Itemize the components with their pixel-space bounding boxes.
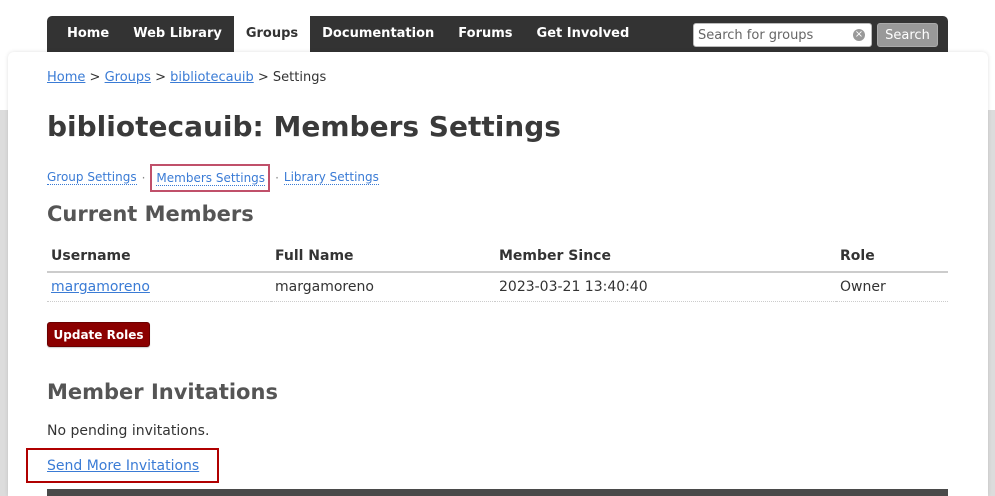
nav-tab-get-involved[interactable]: Get Involved xyxy=(525,16,642,52)
subnav-separator: · xyxy=(141,170,146,185)
nav-tab-groups[interactable]: Groups xyxy=(233,10,311,52)
settings-subnav: Group Settings · Members Settings · Libr… xyxy=(47,163,379,192)
page-title: bibliotecauib: Members Settings xyxy=(47,110,561,143)
search-box: × xyxy=(693,23,872,47)
members-table: Username Full Name Member Since Role mar… xyxy=(47,244,948,302)
footer-bar xyxy=(47,489,948,496)
member-invitations-title: Member Invitations xyxy=(47,380,278,404)
nav-tab-documentation[interactable]: Documentation xyxy=(310,16,446,52)
cell-full-name: margamoreno xyxy=(271,272,495,302)
column-header-username: Username xyxy=(47,244,271,273)
no-pending-invitations-text: No pending invitations. xyxy=(47,423,210,439)
table-header-row: Username Full Name Member Since Role xyxy=(47,244,948,273)
content-card: Home > Groups > bibliotecauib > Settings… xyxy=(8,52,988,496)
cell-username: margamoreno xyxy=(47,272,271,302)
cell-role: Owner xyxy=(836,272,948,302)
subnav-library-settings[interactable]: Library Settings xyxy=(283,170,379,185)
breadcrumb-group-link[interactable]: bibliotecauib xyxy=(170,70,254,85)
send-more-invitations-link[interactable]: Send More Invitations xyxy=(47,458,199,474)
subnav-active-highlight: Members Settings xyxy=(150,163,271,192)
breadcrumb-current: Settings xyxy=(272,70,327,85)
cell-member-since: 2023-03-21 13:40:40 xyxy=(495,272,836,302)
column-header-member-since: Member Since xyxy=(495,244,836,273)
subnav-group-settings[interactable]: Group Settings xyxy=(47,170,137,185)
nav-tab-home[interactable]: Home xyxy=(55,16,121,52)
update-roles-button[interactable]: Update Roles xyxy=(47,322,150,347)
send-invitations-highlight: Send More Invitations xyxy=(26,448,219,483)
breadcrumb: Home > Groups > bibliotecauib > Settings xyxy=(47,70,326,85)
nav-tab-forums[interactable]: Forums xyxy=(446,16,524,52)
breadcrumb-separator: > xyxy=(89,70,101,85)
column-header-full-name: Full Name xyxy=(271,244,495,273)
table-row: margamoreno margamoreno 2023-03-21 13:40… xyxy=(47,272,948,302)
subnav-separator: · xyxy=(275,170,279,185)
nav-tab-web-library[interactable]: Web Library xyxy=(121,16,234,52)
current-members-title: Current Members xyxy=(47,202,254,226)
search-button[interactable]: Search xyxy=(877,23,938,47)
username-link[interactable]: margamoreno xyxy=(51,279,150,295)
breadcrumb-home-link[interactable]: Home xyxy=(47,70,85,85)
breadcrumb-groups-link[interactable]: Groups xyxy=(105,70,151,85)
breadcrumb-separator: > xyxy=(155,70,166,85)
nav-tabs: Home Web Library Groups Documentation Fo… xyxy=(55,10,642,52)
subnav-members-settings[interactable]: Members Settings xyxy=(156,170,266,186)
column-header-role: Role xyxy=(836,244,948,273)
clear-search-icon[interactable]: × xyxy=(853,29,865,41)
search-input[interactable] xyxy=(698,26,848,44)
breadcrumb-separator: > xyxy=(257,70,269,85)
